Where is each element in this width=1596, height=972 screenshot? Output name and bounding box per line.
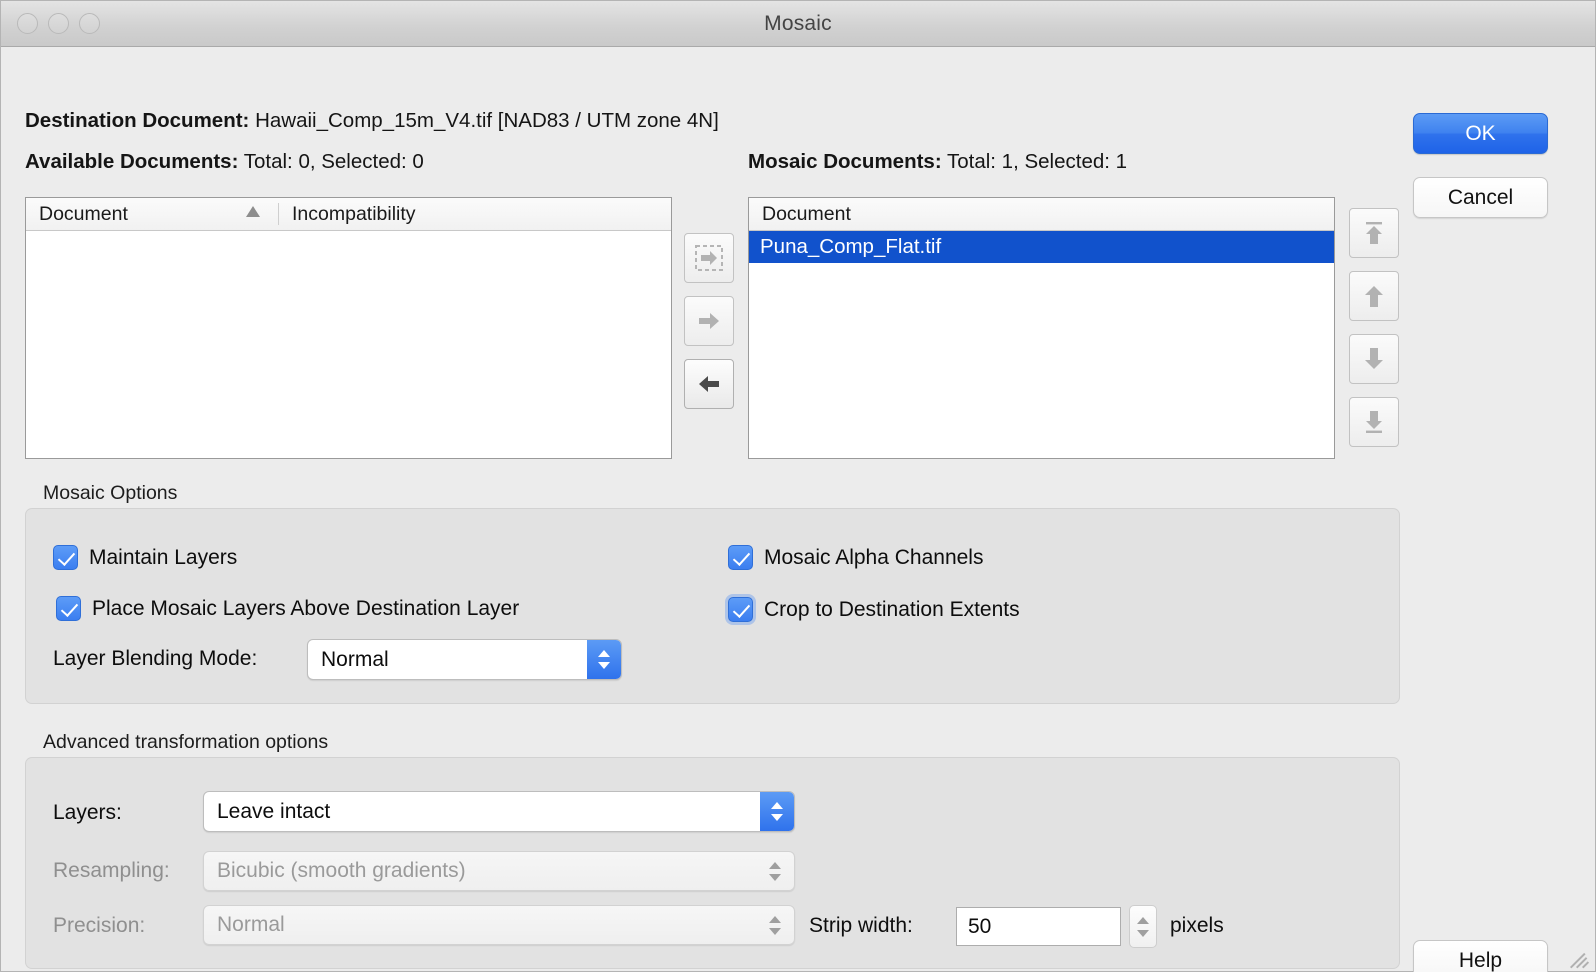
list-item-label: Puna_Comp_Flat.tif (760, 235, 942, 258)
available-list-header: Document Incompatibility (26, 198, 671, 231)
sort-ascending-icon (246, 206, 260, 217)
arrow-up-icon (1365, 286, 1383, 307)
checkbox-alpha-channels-label: Mosaic Alpha Channels (764, 545, 984, 569)
arrow-down-to-line-icon (1366, 411, 1382, 433)
layers-value: Leave intact (217, 799, 331, 823)
precision-value: Normal (217, 913, 285, 936)
mosaic-list-rows: Puna_Comp_Flat.tif (749, 231, 1334, 263)
mosaic-dialog-window: Mosaic Destination Document: Hawaii_Comp… (0, 0, 1596, 972)
window-title: Mosaic (764, 11, 832, 35)
add-selected-with-marquee-button[interactable] (684, 233, 734, 283)
checkbox-checked-icon (56, 596, 81, 621)
stepper-arrows-icon[interactable] (587, 640, 621, 679)
available-documents-counts: Total: 0, Selected: 0 (243, 150, 424, 173)
mosaic-list-header: Document (749, 198, 1334, 231)
arrow-up-to-line-icon (1366, 222, 1382, 244)
strip-width-input[interactable]: 50 (956, 907, 1121, 946)
move-to-top-button[interactable] (1349, 208, 1399, 258)
cancel-button[interactable]: Cancel (1413, 177, 1548, 218)
add-all-button[interactable] (684, 296, 734, 346)
move-to-bottom-button[interactable] (1349, 397, 1399, 447)
advanced-options-title: Advanced transformation options (43, 731, 329, 753)
resampling-label: Resampling: (53, 859, 170, 882)
destination-document-label: Destination Document: (25, 109, 250, 132)
layer-blending-mode-value: Normal (321, 647, 389, 671)
layers-label: Layers: (53, 801, 122, 824)
resampling-value: Bicubic (smooth gradients) (217, 859, 466, 882)
mosaic-documents-counts: Total: 1, Selected: 1 (946, 150, 1128, 173)
move-down-button[interactable] (1349, 334, 1399, 384)
destination-document-value: Hawaii_Comp_15m_V4.tif [NAD83 / UTM zone… (255, 109, 719, 132)
column-header-incompatibility[interactable]: Incompatibility (279, 198, 671, 230)
mosaic-documents-line: Mosaic Documents: Total: 1, Selected: 1 (748, 150, 1127, 174)
checkbox-checked-icon (728, 545, 753, 570)
arrow-right-icon (699, 313, 719, 329)
column-header-document[interactable]: Document (749, 198, 1334, 230)
arrow-down-icon (1365, 348, 1383, 369)
dialog-content: Destination Document: Hawaii_Comp_15m_V4… (1, 47, 1595, 972)
checkbox-crop-to-extents-label: Crop to Destination Extents (764, 597, 1020, 621)
help-button[interactable]: Help (1413, 940, 1548, 972)
layer-blending-mode-label: Layer Blending Mode: (53, 647, 258, 670)
resize-grip-icon[interactable] (1569, 946, 1591, 969)
layer-blending-mode-select[interactable]: Normal (307, 639, 622, 680)
mosaic-documents-label: Mosaic Documents: (748, 150, 942, 173)
stepper-arrows-icon[interactable] (760, 792, 794, 831)
mosaic-options-title: Mosaic Options (43, 482, 178, 504)
strip-width-stepper[interactable] (1129, 905, 1157, 948)
checkbox-checked-icon (53, 545, 78, 570)
arrow-left-icon (699, 376, 719, 392)
checkbox-mosaic-alpha-channels[interactable]: Mosaic Alpha Channels (728, 545, 983, 570)
layers-select[interactable]: Leave intact (203, 791, 795, 832)
column-header-document-label: Document (762, 202, 851, 225)
checkbox-crop-to-destination-extents[interactable]: Crop to Destination Extents (728, 597, 1020, 622)
column-header-incompatibility-label: Incompatibility (292, 202, 416, 225)
stepper-arrows-icon[interactable] (756, 852, 794, 890)
strip-width-units-label: pixels (1170, 914, 1224, 937)
ok-button[interactable]: OK (1413, 113, 1548, 154)
table-row[interactable]: Puna_Comp_Flat.tif (749, 231, 1334, 263)
mosaic-documents-list[interactable]: Document Puna_Comp_Flat.tif (748, 197, 1335, 459)
title-bar: Mosaic (1, 1, 1595, 47)
checkbox-place-mosaic-layers-above[interactable]: Place Mosaic Layers Above Destination La… (56, 596, 519, 621)
available-documents-list[interactable]: Document Incompatibility (25, 197, 672, 459)
available-documents-line: Available Documents: Total: 0, Selected:… (25, 150, 424, 174)
checkbox-maintain-layers-label: Maintain Layers (89, 545, 238, 569)
destination-document-line: Destination Document: Hawaii_Comp_15m_V4… (25, 109, 719, 133)
remove-button[interactable] (684, 359, 734, 409)
transfer-button-group (684, 233, 734, 409)
order-button-group (1349, 208, 1399, 447)
arrow-right-dashed-box-icon (695, 245, 723, 271)
resampling-select[interactable]: Bicubic (smooth gradients) (203, 851, 795, 891)
checkbox-checked-icon (728, 597, 753, 622)
available-documents-label: Available Documents: (25, 150, 239, 173)
column-header-document-label: Document (39, 202, 128, 225)
precision-select[interactable]: Normal (203, 905, 795, 945)
precision-label: Precision: (53, 914, 146, 937)
move-up-button[interactable] (1349, 271, 1399, 321)
checkbox-place-above-label: Place Mosaic Layers Above Destination La… (92, 596, 520, 620)
stepper-arrows-icon[interactable] (756, 906, 794, 944)
checkbox-maintain-layers[interactable]: Maintain Layers (53, 545, 237, 570)
strip-width-label: Strip width: (809, 914, 913, 937)
column-header-document[interactable]: Document (26, 198, 278, 230)
